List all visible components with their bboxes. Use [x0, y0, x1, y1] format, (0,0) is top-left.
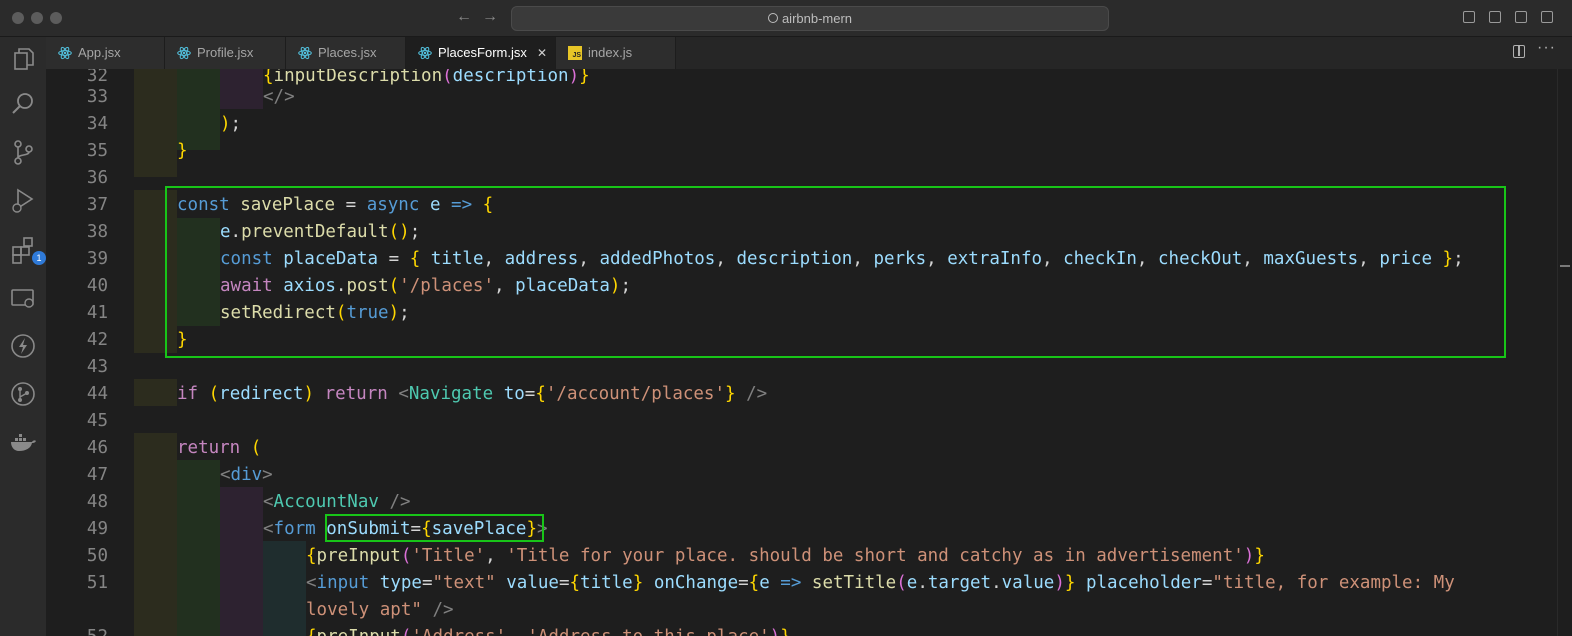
split-editor-icon[interactable]	[1513, 45, 1525, 58]
title-bar: ← → airbnb-mern	[0, 0, 1572, 37]
line-number: 43	[86, 357, 108, 377]
code-line: {preInput('Address', 'Address to this pl…	[306, 624, 791, 636]
code-line: <AccountNav />	[263, 492, 411, 512]
line-number: 50	[86, 546, 108, 566]
line-number: 39	[86, 249, 108, 269]
line-number: 35	[86, 141, 108, 161]
toggle-panel-icon[interactable]	[1489, 11, 1501, 23]
search-text: airbnb-mern	[781, 11, 853, 26]
code-line: <div>	[220, 465, 273, 485]
forward-arrow-icon[interactable]: →	[482, 8, 498, 26]
line-number: 33	[86, 87, 108, 107]
tab-placesform-jsx[interactable]: PlacesForm.jsx ✕	[406, 37, 556, 69]
code-line: {inputDescription(description)}	[263, 69, 590, 86]
js-file-icon: JS	[568, 46, 582, 60]
tab-index-js[interactable]: JS index.js	[556, 37, 676, 69]
indent-guide	[134, 69, 177, 177]
tab-places-jsx[interactable]: Places.jsx	[286, 37, 406, 69]
lightning-icon[interactable]	[8, 331, 38, 361]
code-line: <input type="text" value={title} onChang…	[306, 573, 1455, 620]
git-graph-icon[interactable]	[8, 379, 38, 409]
react-icon	[58, 46, 72, 60]
line-number: 42	[86, 330, 108, 350]
source-control-icon[interactable]	[8, 137, 38, 167]
search-icon	[767, 13, 778, 23]
line-number: 41	[86, 303, 108, 323]
line-number: 34	[86, 114, 108, 134]
indent-guide	[134, 379, 177, 406]
line-number: 48	[86, 492, 108, 512]
tab-label: App.jsx	[78, 45, 121, 60]
tab-label: Places.jsx	[318, 45, 377, 60]
highlight-box-saveplace-function	[165, 186, 1506, 358]
close-window-button[interactable]	[12, 12, 24, 24]
indent-guide	[220, 69, 263, 109]
code-line: );	[220, 114, 242, 134]
more-actions-icon[interactable]: ···	[1537, 39, 1556, 57]
editor-tab-bar: App.jsx Profile.jsx Places.jsx PlacesFor…	[46, 37, 1572, 69]
line-number: 45	[86, 411, 108, 431]
close-tab-icon[interactable]: ✕	[537, 37, 547, 69]
code-line: }	[177, 141, 188, 161]
remote-explorer-icon[interactable]	[8, 283, 38, 313]
code-line: </>	[263, 87, 295, 107]
tab-app-jsx[interactable]: App.jsx	[46, 37, 165, 69]
code-line: if (redirect) return <Navigate to={'/acc…	[177, 384, 768, 404]
line-number: 46	[86, 438, 108, 458]
line-number: 47	[86, 465, 108, 485]
code-line: {preInput('Title', 'Title for your place…	[306, 546, 1265, 566]
search-icon[interactable]	[8, 89, 38, 119]
command-center-search[interactable]: airbnb-mern	[511, 6, 1109, 31]
tab-label: PlacesForm.jsx	[438, 45, 527, 60]
back-arrow-icon[interactable]: ←	[456, 8, 472, 26]
react-icon	[418, 46, 432, 60]
react-icon	[298, 46, 312, 60]
explorer-icon[interactable]	[8, 45, 38, 75]
run-debug-icon[interactable]	[8, 185, 38, 215]
tab-label: Profile.jsx	[197, 45, 254, 60]
extensions-icon[interactable]: 1	[8, 235, 46, 265]
code-line: return (	[177, 438, 262, 458]
docker-icon[interactable]	[8, 427, 38, 457]
line-number: 40	[86, 276, 108, 296]
line-number: 36	[86, 168, 108, 188]
indent-guide	[263, 541, 306, 636]
toggle-secondary-sidebar-icon[interactable]	[1515, 11, 1527, 23]
tab-label: index.js	[588, 45, 633, 60]
editor-scrollbar[interactable]	[1557, 69, 1572, 636]
line-number: 49	[86, 519, 108, 539]
indent-guide	[220, 487, 263, 636]
line-number: 38	[86, 222, 108, 242]
minimize-window-button[interactable]	[31, 12, 43, 24]
toggle-primary-sidebar-icon[interactable]	[1463, 11, 1475, 23]
line-number: 37	[86, 195, 108, 215]
line-number: 51	[86, 573, 108, 593]
extensions-badge: 1	[32, 251, 46, 265]
tab-profile-jsx[interactable]: Profile.jsx	[165, 37, 286, 69]
zoom-window-button[interactable]	[50, 12, 62, 24]
activity-bar: 1	[0, 37, 46, 636]
indent-guide	[134, 433, 177, 636]
highlight-box-onsubmit	[325, 514, 544, 542]
customize-layout-icon[interactable]	[1541, 11, 1553, 23]
code-editor[interactable]: 32 33 34 35 36 37 38 39 40 41 42 43 44 4…	[46, 69, 1572, 636]
line-number: 52	[46, 624, 108, 636]
react-icon	[177, 46, 191, 60]
indent-guide	[177, 460, 220, 636]
line-number: 44	[86, 384, 108, 404]
